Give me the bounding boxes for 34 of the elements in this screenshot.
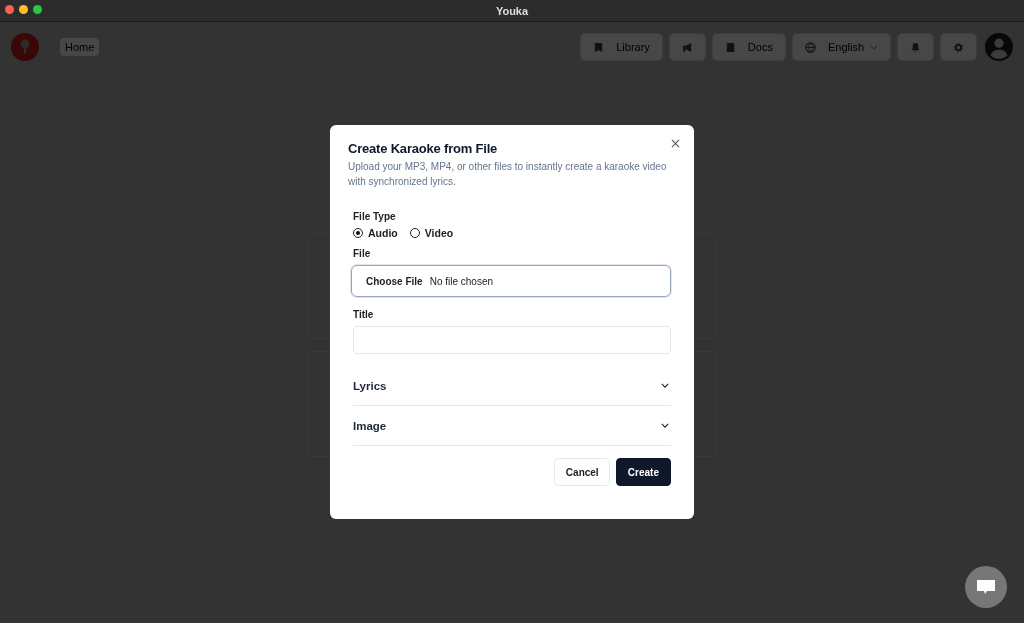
accordion-header[interactable]: Image bbox=[353, 406, 671, 446]
radio-option[interactable]: Audio bbox=[353, 227, 398, 239]
dialog-description: Upload your MP3, MP4, or other files to instantly create a karaoke video with synchronized lyrics. bbox=[348, 160, 668, 189]
close-icon[interactable] bbox=[669, 137, 682, 150]
chat-bubble-icon bbox=[976, 578, 996, 596]
chevron-down-icon bbox=[870, 44, 878, 50]
microphone-logo-icon[interactable] bbox=[11, 33, 39, 61]
megaphone-icon bbox=[681, 41, 693, 53]
field-label: Title bbox=[353, 309, 375, 320]
settings-button[interactable] bbox=[940, 33, 977, 61]
minimize-window-icon[interactable] bbox=[19, 5, 28, 14]
file-input-field[interactable]: Choose File No file chosen bbox=[351, 265, 671, 297]
close-window-icon[interactable] bbox=[5, 5, 14, 14]
title-input-field[interactable] bbox=[353, 326, 671, 354]
field-label: File bbox=[353, 248, 372, 259]
chat-button[interactable] bbox=[965, 566, 1007, 608]
dialog-title: Create Karaoke from File bbox=[348, 141, 499, 156]
globe-icon bbox=[804, 41, 816, 53]
cancel-button[interactable]: Cancel bbox=[553, 458, 610, 486]
chevron-down-icon bbox=[661, 423, 669, 428]
radio-option[interactable]: Video bbox=[409, 227, 454, 239]
bell-icon bbox=[910, 41, 921, 53]
field-label: File Type bbox=[353, 211, 397, 222]
settings-icon bbox=[953, 41, 964, 53]
user-avatar-icon[interactable] bbox=[985, 33, 1013, 61]
accordion-header[interactable]: Lyrics bbox=[353, 366, 671, 406]
create-button[interactable]: Create bbox=[615, 458, 671, 486]
bookmark-book-icon bbox=[593, 41, 605, 53]
zoom-window-icon[interactable] bbox=[33, 5, 42, 14]
window-title: Youka bbox=[495, 4, 529, 17]
book-icon bbox=[724, 41, 736, 53]
announce-button[interactable] bbox=[668, 33, 706, 61]
bell-button[interactable] bbox=[897, 33, 934, 61]
chevron-down-icon bbox=[661, 383, 669, 388]
